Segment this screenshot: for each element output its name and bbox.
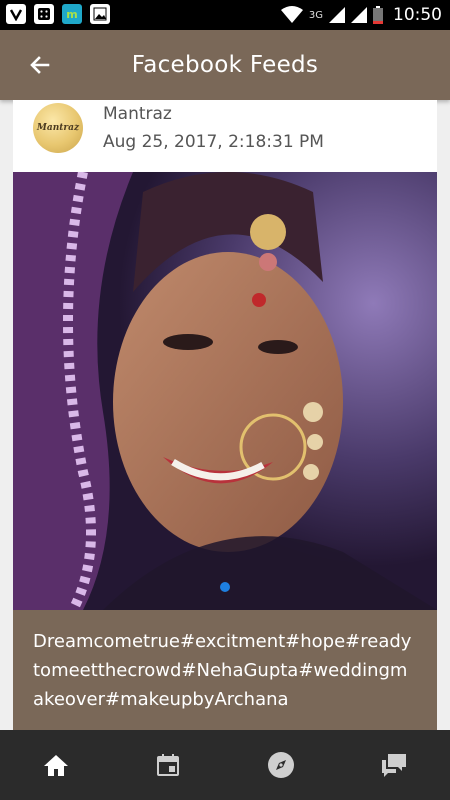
battery-icon bbox=[373, 6, 383, 24]
post-author[interactable]: Mantraz bbox=[103, 104, 172, 124]
svg-text:R: R bbox=[353, 10, 358, 18]
app-grid-icon bbox=[34, 4, 54, 24]
app-m-label: m bbox=[66, 7, 78, 21]
calendar-icon bbox=[157, 754, 179, 776]
bottom-navigation bbox=[0, 730, 450, 800]
app-v-icon bbox=[6, 4, 26, 24]
status-bar: m 3G R 10:50 bbox=[0, 0, 450, 30]
nav-home[interactable] bbox=[38, 747, 74, 783]
app-bar: Facebook Feeds bbox=[0, 30, 450, 100]
chat-icon bbox=[382, 754, 406, 777]
home-icon bbox=[44, 755, 68, 776]
avatar-logo-text: Mantraz bbox=[36, 123, 80, 133]
clock: 10:50 bbox=[393, 5, 442, 25]
signal-roaming-icon: R bbox=[351, 7, 367, 23]
nav-events[interactable] bbox=[150, 747, 186, 783]
signal-icon bbox=[329, 7, 345, 23]
nav-messages[interactable] bbox=[376, 747, 412, 783]
carousel-indicator-dot[interactable] bbox=[220, 582, 230, 592]
notification-icons: m bbox=[6, 4, 110, 24]
system-icons: 3G R 10:50 bbox=[280, 0, 442, 30]
wifi-icon bbox=[280, 6, 303, 23]
network-type: 3G bbox=[308, 9, 323, 21]
app-m-icon: m bbox=[62, 4, 82, 24]
gallery-icon bbox=[90, 4, 110, 24]
post-caption: Dreamcometrue#excitment#hope#readytomeet… bbox=[33, 631, 412, 710]
post-timestamp: Aug 25, 2017, 2:18:31 PM bbox=[103, 132, 324, 152]
post-photo bbox=[13, 172, 437, 610]
post-caption-box: Dreamcometrue#excitment#hope#readytomeet… bbox=[13, 610, 437, 730]
post-image-carousel[interactable] bbox=[13, 172, 437, 610]
avatar[interactable]: Mantraz bbox=[33, 103, 83, 153]
page-title: Facebook Feeds bbox=[131, 52, 319, 78]
feed-post-card[interactable]: Mantraz Mantraz Aug 25, 2017, 2:18:31 PM bbox=[13, 100, 437, 730]
post-header: Mantraz Mantraz Aug 25, 2017, 2:18:31 PM bbox=[13, 100, 437, 172]
compass-icon bbox=[268, 752, 294, 778]
nav-explore[interactable] bbox=[263, 747, 299, 783]
